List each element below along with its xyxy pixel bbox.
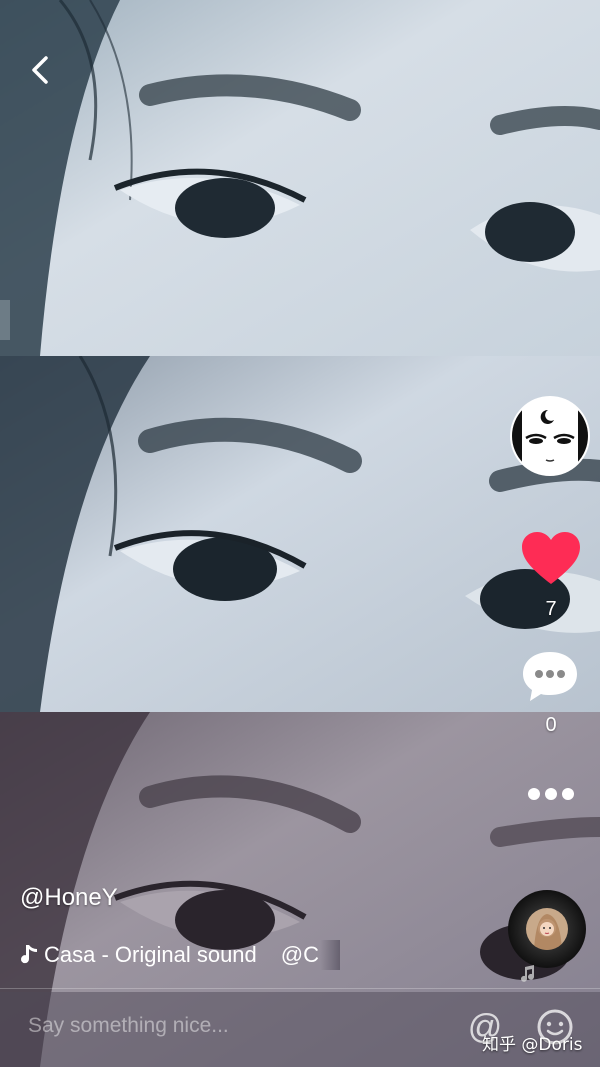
music-author-tag: @C — [280, 942, 320, 967]
comment-bar-divider — [0, 988, 600, 989]
video-frame-middle — [0, 356, 600, 712]
video-feed-screen[interactable]: 7 0 @HoneY Casa - Original sound @C Say … — [0, 0, 600, 1067]
back-chevron-icon — [32, 56, 48, 84]
creator-avatar[interactable] — [512, 398, 588, 474]
heart-icon — [522, 532, 580, 584]
video-frame-top — [0, 0, 600, 356]
comment-count: 0 — [545, 714, 557, 736]
like-button[interactable] — [520, 530, 582, 588]
comment-bubble-icon — [523, 652, 577, 701]
music-marquee[interactable]: Casa - Original sound @C — [20, 940, 340, 970]
video-username[interactable]: @HoneY — [20, 884, 118, 912]
music-disc[interactable] — [508, 890, 586, 968]
music-disc-cover — [526, 908, 568, 950]
back-button[interactable] — [24, 52, 60, 88]
marquee-fade — [320, 940, 340, 970]
more-dots-icon — [528, 788, 574, 800]
more-button[interactable] — [526, 786, 576, 802]
like-count: 7 — [545, 598, 557, 620]
comment-button[interactable] — [520, 648, 580, 704]
watermark: 知乎 @Doris — [482, 1035, 583, 1055]
music-note-icon — [21, 945, 37, 964]
comment-input[interactable]: Say something nice... — [28, 1014, 229, 1038]
creator-avatar-image — [512, 398, 588, 474]
floating-note-icon — [521, 965, 534, 982]
music-title: Casa - Original sound — [44, 942, 257, 967]
